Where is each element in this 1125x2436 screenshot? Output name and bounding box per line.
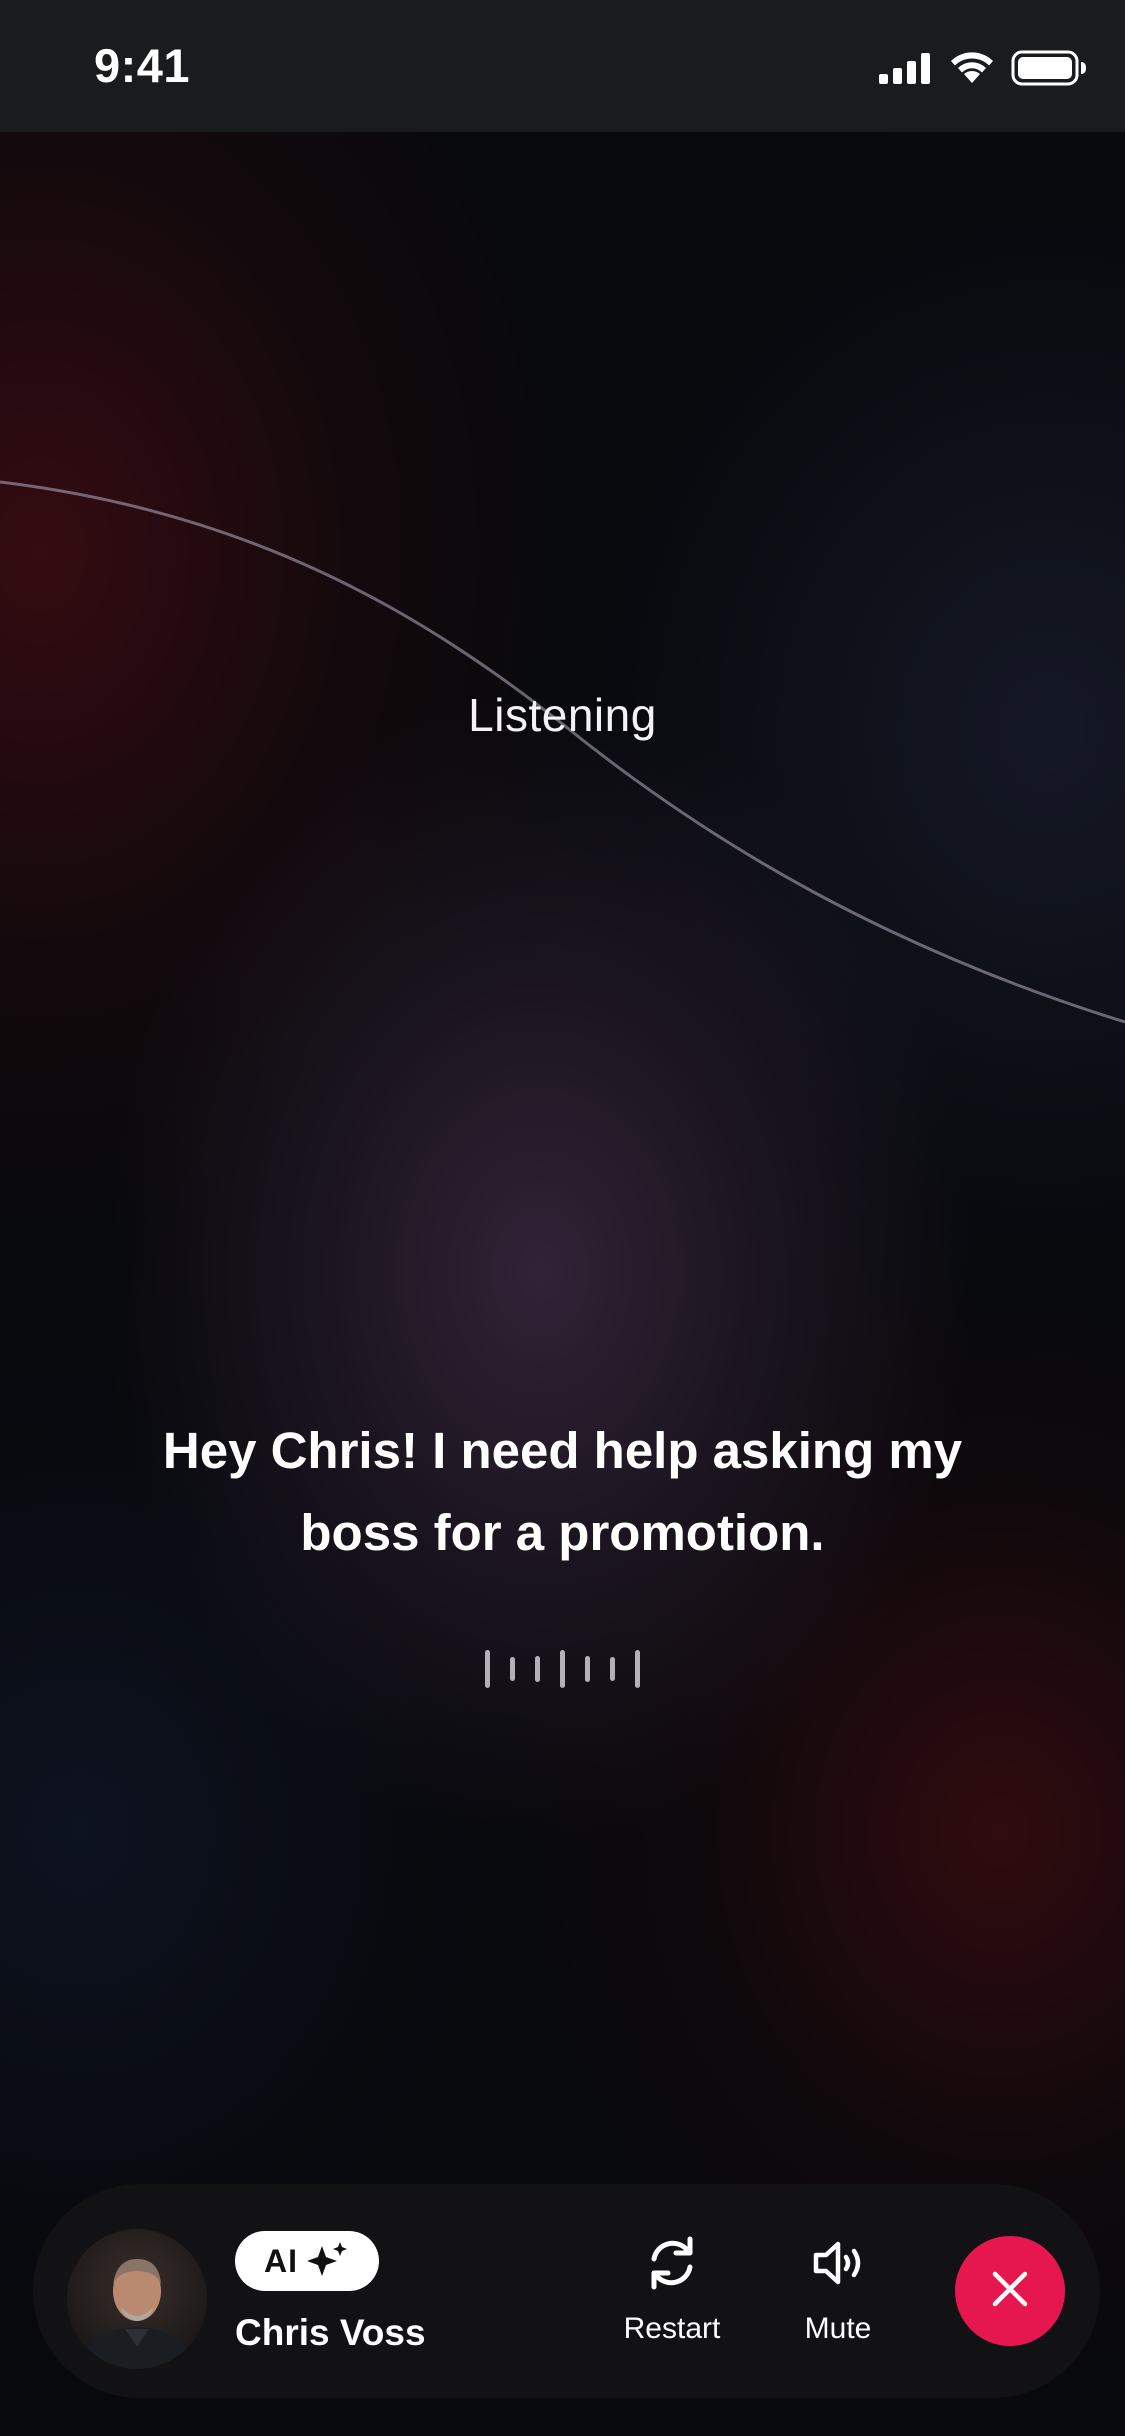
- status-time: 9:41: [94, 39, 191, 92]
- call-control-bar: AI Chris Voss Restart Mute: [33, 2184, 1100, 2398]
- voice-wave-line: [0, 480, 1125, 1024]
- cellular-signal-icon: [879, 52, 933, 89]
- voice-level-bar: [510, 1657, 515, 1681]
- restart-label: Restart: [623, 2312, 721, 2345]
- voice-level-bar: [585, 1656, 590, 1682]
- battery-icon: [1011, 50, 1087, 91]
- voice-level-indicator: [0, 1644, 1125, 1694]
- mute-label: Mute: [804, 2312, 872, 2345]
- status-bar: 9:41: [0, 0, 1125, 132]
- wifi-icon: [949, 51, 995, 90]
- ai-badge-text: AI: [264, 2242, 298, 2279]
- conversation-area: Listening Hey Chris! I need help asking …: [0, 132, 1125, 2436]
- end-call-button[interactable]: [955, 2236, 1065, 2346]
- voice-level-bar: [560, 1650, 565, 1688]
- voice-level-bar: [485, 1650, 490, 1688]
- listening-status: Listening: [468, 689, 657, 741]
- close-icon: [990, 2269, 1030, 2314]
- voice-chat-screen: 9:41 Listening Hey Chris! I need help as…: [0, 0, 1125, 2436]
- voice-level-bar: [535, 1656, 540, 1682]
- ai-badge: AI: [235, 2231, 379, 2291]
- voice-level-bar: [610, 1657, 615, 1681]
- voice-level-bar: [635, 1650, 640, 1688]
- refresh-icon: [644, 2228, 700, 2298]
- host-name: Chris Voss: [235, 2312, 426, 2353]
- speaker-icon: [810, 2228, 866, 2298]
- status-icons: [879, 50, 1087, 90]
- host-avatar: [67, 2229, 207, 2369]
- mute-button[interactable]: Mute: [768, 2228, 908, 2358]
- user-transcript: Hey Chris! I need help asking my boss fo…: [162, 1422, 963, 1561]
- restart-button[interactable]: Restart: [602, 2228, 742, 2358]
- sparkle-icon: [306, 2241, 350, 2281]
